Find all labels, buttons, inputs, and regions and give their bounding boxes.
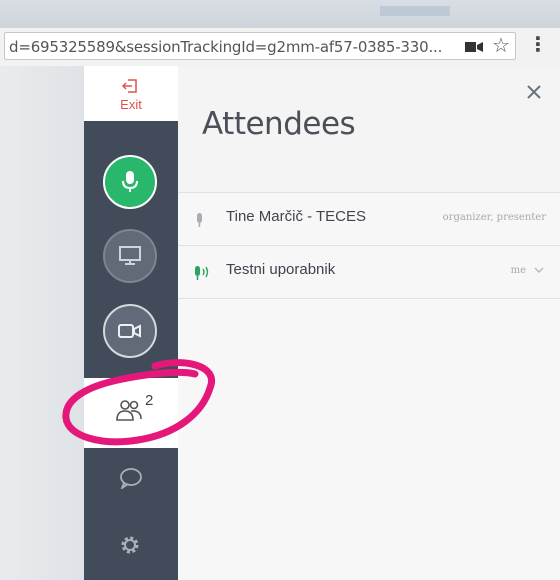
chat-icon[interactable]: [119, 467, 143, 489]
address-bar[interactable]: d=695325589&sessionTrackingId=g2mm-af57-…: [4, 32, 516, 60]
video-camera-icon: [118, 324, 141, 338]
attendee-role: organizer, presenter: [442, 212, 546, 223]
exit-button[interactable]: Exit: [84, 66, 178, 121]
page-title: Attendees: [202, 106, 356, 142]
chevron-down-icon[interactable]: [534, 266, 544, 274]
monitor-icon: [119, 246, 141, 265]
menu-icon[interactable]: ⋮: [528, 34, 548, 56]
star-icon[interactable]: ☆: [492, 35, 510, 57]
sidebar: Exit 2: [84, 66, 178, 580]
microphone-button[interactable]: [103, 155, 157, 209]
exit-label: Exit: [120, 97, 142, 112]
url-text[interactable]: d=695325589&sessionTrackingId=g2mm-af57-…: [9, 38, 449, 56]
window-highlight: [380, 6, 450, 16]
camera-icon[interactable]: [465, 41, 483, 53]
attendee-role: me: [510, 265, 526, 276]
gear-icon[interactable]: [118, 533, 142, 557]
attendee-name: Tine Marčič - TECES: [226, 208, 367, 225]
list-item[interactable]: Testni uporabnik me: [178, 246, 560, 299]
microphone-muted-icon: [197, 213, 202, 227]
screen-share-button[interactable]: [103, 229, 157, 283]
list-item[interactable]: Tine Marčič - TECES organizer, presenter: [178, 193, 560, 246]
webcam-button[interactable]: [103, 304, 157, 358]
attendee-name: Testni uporabnik: [226, 261, 336, 278]
attendees-count: 2: [145, 392, 154, 409]
close-icon[interactable]: [526, 84, 542, 100]
page-backdrop: [0, 66, 84, 580]
browser-top-strip: [0, 0, 560, 28]
attendees-panel: Attendees Tine Marčič - TECES organizer,…: [178, 66, 560, 580]
people-icon[interactable]: [116, 398, 144, 422]
exit-icon: [122, 79, 137, 93]
browser-toolbar: d=695325589&sessionTrackingId=g2mm-af57-…: [0, 28, 560, 67]
microphone-icon: [122, 171, 138, 192]
panel-header: Attendees: [178, 66, 560, 193]
microphone-speaking-icon: [195, 266, 209, 280]
